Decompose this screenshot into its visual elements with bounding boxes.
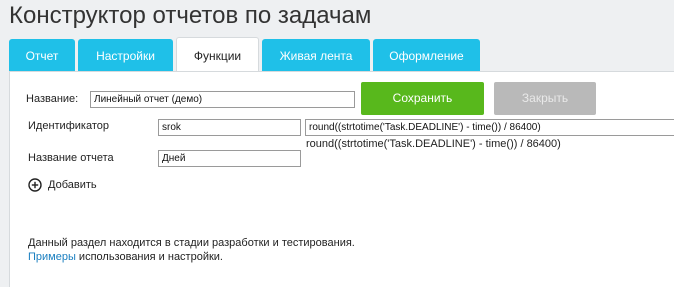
tab-appearance[interactable]: Оформление: [373, 39, 480, 71]
development-note: Данный раздел находится в стадии разрабо…: [28, 237, 355, 249]
formula-preview: round((strtotime('Task.DEADLINE') - time…: [306, 138, 561, 150]
tab-settings[interactable]: Настройки: [78, 39, 173, 71]
identifier-label: Идентификатор: [28, 120, 109, 132]
identifier-input[interactable]: srok: [158, 119, 301, 136]
add-label: Добавить: [48, 179, 97, 191]
tab-live-feed[interactable]: Живая лента: [262, 39, 370, 71]
close-button[interactable]: Закрыть: [494, 82, 596, 115]
examples-link[interactable]: Примеры: [28, 251, 76, 263]
report-title-label: Название отчета: [28, 152, 114, 164]
report-name-input[interactable]: Линейный отчет (демо): [90, 91, 355, 108]
name-label: Название:: [26, 93, 79, 105]
tab-functions[interactable]: Функции: [176, 37, 259, 71]
report-title-input[interactable]: Дней: [158, 150, 301, 167]
examples-line: Примеры использования и настройки.: [28, 251, 223, 263]
functions-panel: Название: Линейный отчет (демо) Сохранит…: [9, 71, 674, 287]
plus-circle-icon: [28, 178, 42, 192]
examples-rest: использования и настройки.: [75, 251, 223, 263]
formula-input[interactable]: round((strtotime('Task.DEADLINE') - time…: [305, 119, 674, 136]
tab-report[interactable]: Отчет: [9, 39, 75, 71]
save-button[interactable]: Сохранить: [361, 82, 484, 115]
page-title: Конструктор отчетов по задачам: [9, 2, 372, 29]
